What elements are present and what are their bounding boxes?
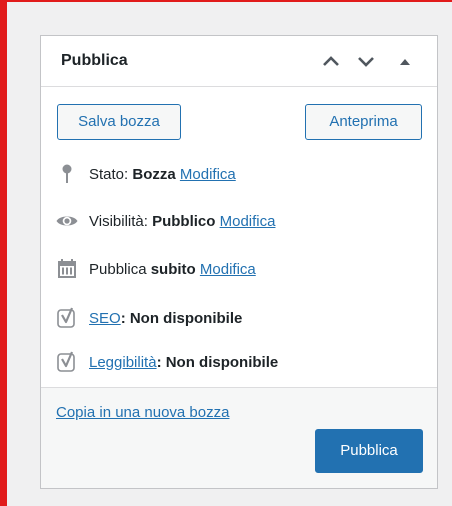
- chevron-down-icon[interactable]: [355, 50, 377, 72]
- yoast-icon: [55, 306, 79, 330]
- status-label: Stato:: [89, 165, 129, 183]
- status-value: Bozza: [132, 165, 176, 183]
- readability-link[interactable]: Leggibilità: [89, 354, 157, 371]
- seo-row: SEO: Non disponibile: [55, 306, 242, 330]
- save-draft-button[interactable]: Salva bozza: [57, 104, 181, 140]
- status-row: Stato: Bozza Modifica: [55, 162, 236, 186]
- publish-button[interactable]: Pubblica: [315, 429, 423, 473]
- readability-status: : Non disponibile: [156, 353, 279, 371]
- chevron-up-icon[interactable]: [320, 50, 342, 72]
- visibility-edit-link[interactable]: Modifica: [220, 213, 276, 230]
- calendar-icon: [55, 257, 79, 281]
- panel-footer: Copia in una nuova bozza Pubblica: [41, 387, 437, 488]
- frame-border-top: [0, 0, 452, 2]
- publish-time-label: Pubblica: [89, 260, 147, 278]
- seo-status: : Non disponibile: [120, 309, 243, 327]
- status-edit-link[interactable]: Modifica: [180, 166, 236, 183]
- frame-border-left: [0, 0, 7, 506]
- visibility-label: Visibilità:: [89, 212, 148, 230]
- panel-title: Pubblica: [61, 52, 128, 69]
- seo-link[interactable]: SEO: [89, 310, 121, 327]
- publish-time-edit-link[interactable]: Modifica: [200, 261, 256, 278]
- yoast-icon: [55, 350, 79, 374]
- triangle-up-icon[interactable]: [394, 50, 416, 72]
- copy-to-draft-link[interactable]: Copia in una nuova bozza: [56, 404, 229, 421]
- readability-row: Leggibilità: Non disponibile: [55, 350, 278, 374]
- pin-icon: [55, 162, 79, 186]
- visibility-value: Pubblico: [152, 212, 216, 230]
- visibility-row: Visibilità: Pubblico Modifica: [55, 209, 275, 233]
- publish-panel: Pubblica Salva bozza Anteprima Stato: Bo…: [40, 35, 438, 489]
- panel-header: Pubblica: [41, 36, 437, 87]
- publish-time-row: Pubblica subito Modifica: [55, 257, 256, 281]
- eye-icon: [55, 209, 79, 233]
- publish-time-value: subito: [150, 260, 196, 278]
- preview-button[interactable]: Anteprima: [305, 104, 422, 140]
